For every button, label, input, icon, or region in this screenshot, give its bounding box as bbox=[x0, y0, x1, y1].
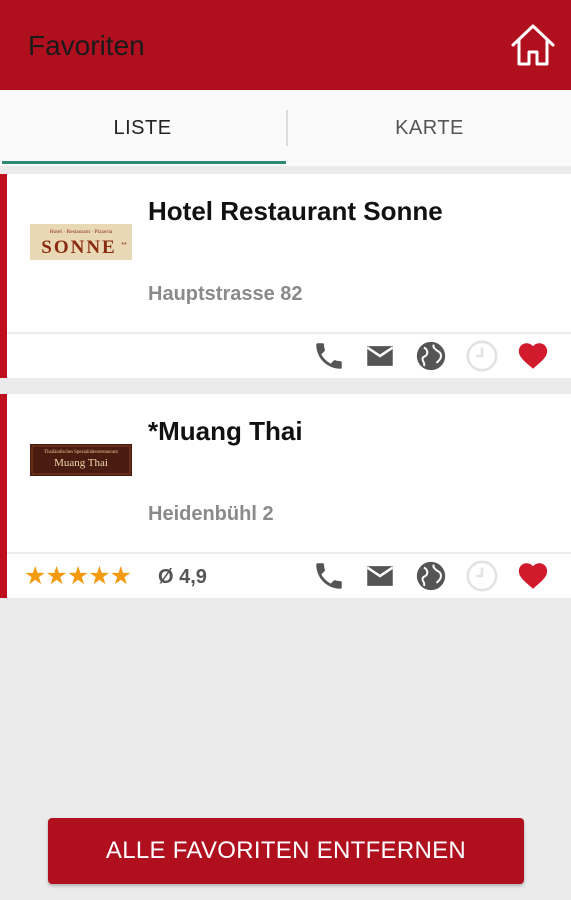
heart-icon[interactable] bbox=[516, 559, 550, 593]
card-actions bbox=[310, 339, 550, 379]
svg-text:**: ** bbox=[121, 242, 127, 249]
clock-icon[interactable] bbox=[465, 559, 499, 593]
app-bar: Favoriten bbox=[0, 0, 571, 90]
mail-icon[interactable] bbox=[363, 339, 397, 373]
mail-icon[interactable] bbox=[363, 559, 397, 593]
card-accent-bar bbox=[0, 174, 7, 378]
tab-karte[interactable]: KARTE bbox=[287, 90, 571, 166]
restaurant-logo: Thailändisches Spezialitätenrestaurant M… bbox=[30, 444, 132, 476]
favorite-card[interactable]: Hotel · Restaurant · Pizzeria SONNE ** H… bbox=[0, 174, 571, 378]
svg-text:Hotel · Restaurant · Pizzeria: Hotel · Restaurant · Pizzeria bbox=[50, 229, 113, 235]
phone-icon[interactable] bbox=[312, 339, 346, 373]
svg-text:Thailändisches Spezialitätenre: Thailändisches Spezialitätenrestaurant bbox=[44, 450, 118, 455]
restaurant-name[interactable]: *Muang Thai bbox=[148, 416, 303, 447]
globe-icon[interactable] bbox=[414, 559, 448, 593]
rating-value: Ø 4,9 bbox=[158, 566, 207, 588]
restaurant-logo: Hotel · Restaurant · Pizzeria SONNE ** bbox=[30, 224, 132, 260]
tab-liste[interactable]: LISTE bbox=[0, 90, 285, 166]
card-accent-bar bbox=[0, 394, 7, 598]
active-tab-indicator bbox=[2, 161, 286, 164]
rating-stars: ★★★★★ bbox=[24, 562, 132, 590]
home-icon[interactable] bbox=[508, 20, 558, 70]
svg-text:SONNE: SONNE bbox=[41, 237, 116, 258]
globe-icon[interactable] bbox=[414, 339, 448, 373]
card-divider bbox=[7, 332, 571, 334]
svg-text:Muang Thai: Muang Thai bbox=[54, 457, 108, 469]
card-divider bbox=[7, 552, 571, 554]
favorite-card[interactable]: Thailändisches Spezialitätenrestaurant M… bbox=[0, 394, 571, 598]
restaurant-name[interactable]: Hotel Restaurant Sonne bbox=[148, 196, 443, 227]
page-title: Favoriten bbox=[28, 30, 145, 61]
clock-icon[interactable] bbox=[465, 339, 499, 373]
remove-all-favorites-button[interactable]: ALLE FAVORITEN ENTFERNEN bbox=[48, 818, 524, 884]
tab-bar: LISTE KARTE bbox=[0, 90, 571, 166]
heart-icon[interactable] bbox=[516, 339, 550, 373]
restaurant-address: Heidenbühl 2 bbox=[148, 503, 274, 525]
restaurant-address: Hauptstrasse 82 bbox=[148, 283, 303, 305]
phone-icon[interactable] bbox=[312, 559, 346, 593]
card-actions bbox=[310, 559, 550, 599]
